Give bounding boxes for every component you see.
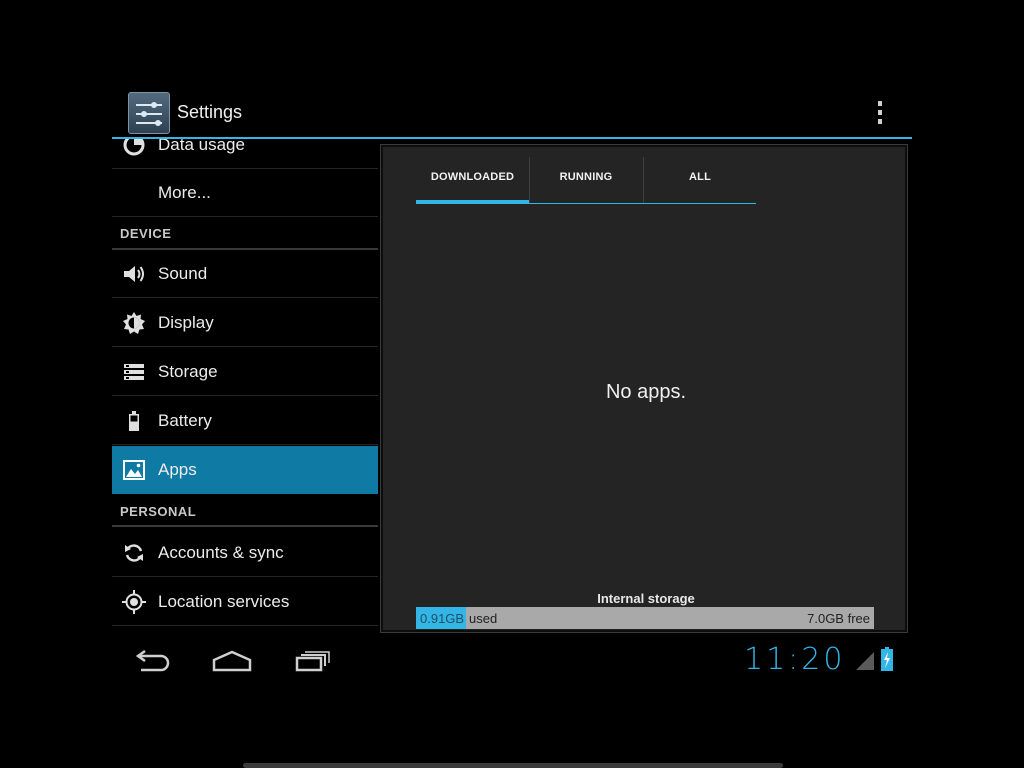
bottom-edge-bar: [243, 763, 783, 768]
recent-apps-icon[interactable]: [288, 648, 338, 674]
tab-running[interactable]: RUNNING: [529, 157, 642, 204]
action-bar: Settings: [112, 88, 912, 139]
brightness-icon: [123, 312, 145, 334]
battery-icon: [129, 411, 139, 431]
speaker-icon: [124, 266, 144, 282]
empty-message: No apps.: [605, 381, 687, 403]
back-icon[interactable]: [127, 648, 177, 674]
data-usage-icon: [123, 139, 145, 156]
list-item-more[interactable]: More...: [112, 169, 378, 217]
list-item-data-usage[interactable]: Data usage: [112, 139, 378, 169]
apps-panel: DOWNLOADED RUNNING ALL No apps. Internal…: [380, 144, 908, 633]
app-tabs: DOWNLOADED RUNNING ALL: [416, 157, 756, 205]
home-icon[interactable]: [207, 648, 257, 674]
list-item-label: Battery: [158, 411, 212, 430]
list-item-battery[interactable]: Battery: [112, 397, 378, 445]
list-item-accounts-sync[interactable]: Accounts & sync: [112, 529, 378, 577]
list-item-display[interactable]: Display: [112, 299, 378, 347]
tab-selected-indicator: [416, 200, 529, 204]
list-item-location[interactable]: Location services: [112, 578, 378, 626]
storage-title: Internal storage: [597, 591, 695, 606]
list-item-sound[interactable]: Sound: [112, 250, 378, 298]
tablet-screen: Settings Data usage More... DEVICE Sound…: [112, 88, 912, 688]
list-item-label: Location services: [158, 592, 290, 611]
battery-charging-icon: [881, 647, 893, 671]
storage-used-amount: 0.91GB: [420, 611, 465, 626]
tab-all[interactable]: ALL: [643, 157, 756, 204]
settings-sliders-icon[interactable]: [128, 92, 170, 134]
list-item-label: Sound: [158, 264, 208, 283]
list-item-storage[interactable]: Storage: [112, 348, 378, 396]
location-icon: [122, 590, 146, 614]
list-item-label: Display: [158, 313, 214, 332]
apps-icon: [123, 460, 145, 480]
section-divider: [112, 525, 378, 527]
storage-used-label: used: [469, 611, 498, 626]
overflow-menu-icon[interactable]: [870, 98, 890, 128]
storage-free-label: 7.0GB free: [807, 611, 870, 626]
signal-icon: [856, 652, 874, 670]
clock[interactable]: 11:20: [744, 642, 845, 677]
list-item-label: Data usage: [158, 139, 245, 154]
system-bar: 11:20: [112, 636, 912, 688]
list-item-label: Accounts & sync: [158, 543, 284, 562]
app-title: Settings: [177, 102, 243, 122]
list-item-label: Apps: [158, 460, 197, 479]
sync-icon: [125, 544, 143, 562]
storage-bar: 0.91GB used 7.0GB free: [416, 607, 874, 629]
storage-icon: [124, 364, 144, 380]
list-item-label: Storage: [158, 362, 218, 381]
tab-downloaded[interactable]: DOWNLOADED: [416, 157, 529, 204]
section-header-personal: PERSONAL: [120, 504, 197, 519]
list-item-apps[interactable]: Apps: [112, 446, 378, 494]
section-header-device: DEVICE: [120, 226, 172, 241]
settings-list[interactable]: Data usage More... DEVICE Sound Display: [112, 139, 378, 636]
list-item-label: More...: [158, 183, 211, 202]
